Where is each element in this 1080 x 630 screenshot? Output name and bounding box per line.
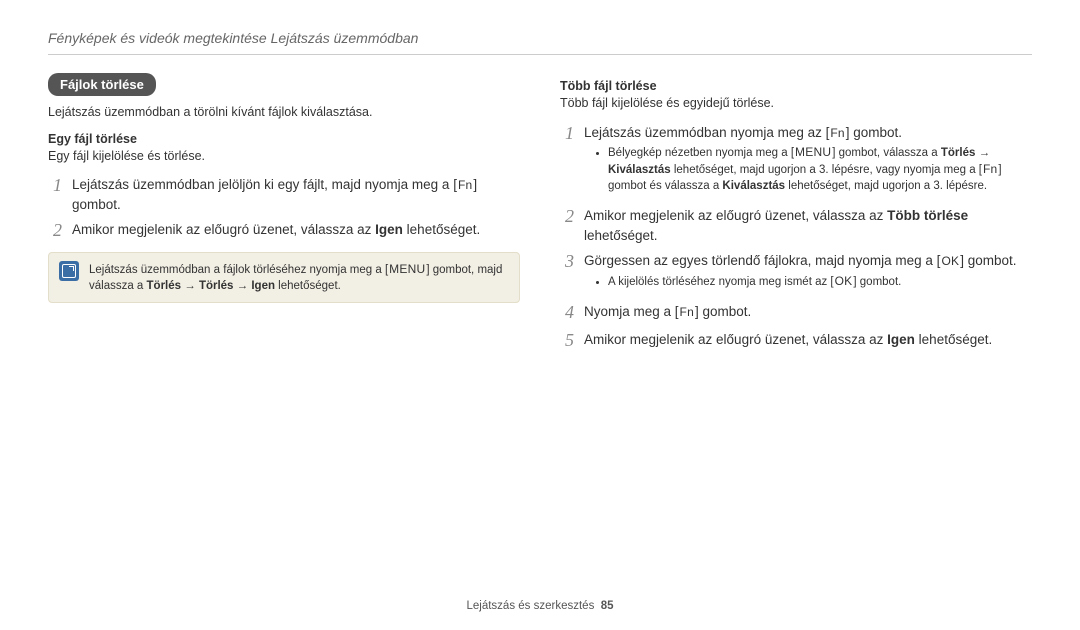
steps-list: 1 Lejátszás üzemmódban jelöljön ki egy f…: [48, 175, 520, 242]
section-pill: Fájlok törlése: [48, 73, 156, 96]
step-number: 2: [560, 206, 574, 228]
menu-key: MENU: [388, 262, 426, 276]
step-text: Nyomja meg a [Fn] gombot.: [584, 302, 1032, 322]
subsection-intro: Több fájl kijelölése és egyidejű törlése…: [560, 95, 1032, 113]
step-item: 2 Amikor megjelenik az előugró üzenet, v…: [48, 220, 520, 242]
menu-key: MENU: [794, 145, 832, 159]
step-text: Görgessen az egyes törlendő fájlokra, ma…: [584, 251, 1032, 296]
page-header: Fényképek és videók megtekintése Lejátsz…: [48, 30, 1032, 55]
ok-key: OK: [834, 274, 854, 288]
subsection-title: Egy fájl törlése: [48, 132, 520, 146]
step-item: 1 Lejátszás üzemmódban nyomja meg az [Fn…: [560, 123, 1032, 201]
note-text: Lejátszás üzemmódban a fájlok törléséhez…: [89, 261, 509, 294]
step-text: Amikor megjelenik az előugró üzenet, vál…: [72, 220, 520, 240]
page-number: 85: [601, 600, 614, 612]
step-text: Lejátszás üzemmódban jelöljön ki egy fáj…: [72, 175, 520, 214]
footer-section: Lejátszás és szerkesztés: [466, 600, 594, 612]
ok-key: OK: [940, 254, 960, 268]
subsection-title: Több fájl törlése: [560, 79, 1032, 93]
left-column: Fájlok törlése Lejátszás üzemmódban a tö…: [48, 73, 520, 361]
fn-key: Fn: [829, 126, 845, 140]
step-number: 1: [560, 123, 574, 145]
step-number: 2: [48, 220, 62, 242]
fn-key: Fn: [679, 305, 695, 319]
subsection-intro: Egy fájl kijelölése és törlése.: [48, 148, 520, 166]
step-text: Lejátszás üzemmódban nyomja meg az [Fn] …: [584, 123, 1032, 201]
step-number: 4: [560, 302, 574, 324]
note-icon: [59, 261, 79, 281]
sub-bullets: A kijelölés törléséhez nyomja meg ismét …: [608, 273, 1032, 290]
content-columns: Fájlok törlése Lejátszás üzemmódban a tö…: [48, 73, 1032, 361]
fn-key: Fn: [982, 162, 998, 176]
sub-bullets: Bélyegkép nézetben nyomja meg a [MENU] g…: [608, 144, 1032, 194]
step-text: Amikor megjelenik az előugró üzenet, vál…: [584, 206, 1032, 245]
step-item: 5 Amikor megjelenik az előugró üzenet, v…: [560, 330, 1032, 352]
step-item: 2 Amikor megjelenik az előugró üzenet, v…: [560, 206, 1032, 245]
step-item: 4 Nyomja meg a [Fn] gombot.: [560, 302, 1032, 324]
steps-list: 1 Lejátszás üzemmódban nyomja meg az [Fn…: [560, 123, 1032, 352]
step-number: 1: [48, 175, 62, 197]
step-number: 3: [560, 251, 574, 273]
step-number: 5: [560, 330, 574, 352]
page-footer: Lejátszás és szerkesztés 85: [0, 600, 1080, 612]
note-box: Lejátszás üzemmódban a fájlok törléséhez…: [48, 252, 520, 303]
step-item: 3 Görgessen az egyes törlendő fájlokra, …: [560, 251, 1032, 296]
step-text: Amikor megjelenik az előugró üzenet, vál…: [584, 330, 1032, 350]
bullet-item: A kijelölés törléséhez nyomja meg ismét …: [608, 273, 1032, 290]
right-column: Több fájl törlése Több fájl kijelölése é…: [560, 73, 1032, 361]
step-item: 1 Lejátszás üzemmódban jelöljön ki egy f…: [48, 175, 520, 214]
fn-key: Fn: [457, 178, 473, 192]
section-intro: Lejátszás üzemmódban a törölni kívánt fá…: [48, 104, 520, 122]
bullet-item: Bélyegkép nézetben nyomja meg a [MENU] g…: [608, 144, 1032, 194]
manual-page: Fényképek és videók megtekintése Lejátsz…: [0, 0, 1080, 630]
